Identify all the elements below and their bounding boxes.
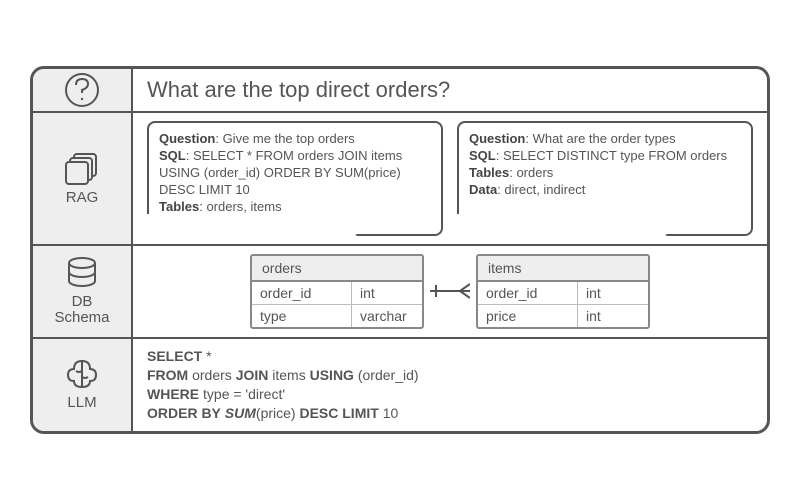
llm-cell: SELECT * FROM orders JOIN items USING (o… [133, 339, 767, 431]
llm-label: LLM [67, 395, 96, 412]
schema-row: DBSchema orders order_id int type varcha… [33, 244, 767, 337]
col-type: varchar [352, 304, 422, 327]
table-items: items order_id int price int [476, 254, 650, 329]
schema-label: DBSchema [54, 294, 109, 327]
relationship-one-to-many [430, 281, 470, 301]
question-row: What are the top direct orders? [33, 69, 767, 111]
database-icon [64, 256, 100, 290]
question-text: What are the top direct orders? [147, 77, 450, 103]
col-name: order_id [478, 282, 578, 304]
col-name: order_id [252, 282, 352, 304]
llm-row: LLM SELECT * FROM orders JOIN items USIN… [33, 337, 767, 431]
generated-sql: SELECT * FROM orders JOIN items USING (o… [147, 347, 419, 423]
col-type: int [578, 282, 648, 304]
col-name: price [478, 304, 578, 327]
table-orders: orders order_id int type varchar [250, 254, 424, 329]
pipeline-diagram: What are the top direct orders? RAG Ques… [30, 66, 770, 433]
rag-label: RAG [66, 190, 99, 207]
rag-icon-cell: RAG [33, 113, 133, 243]
rag-example-2: Question: What are the order types SQL: … [457, 121, 753, 235]
col-name: type [252, 304, 352, 327]
rag-cell: Question: Give me the top orders SQL: SE… [133, 113, 767, 243]
brain-icon [62, 357, 102, 391]
llm-icon-cell: LLM [33, 339, 133, 431]
rag-row: RAG Question: Give me the top orders SQL… [33, 111, 767, 243]
question-cell: What are the top direct orders? [133, 69, 767, 111]
question-icon-cell [33, 69, 133, 111]
crow-foot-icon [430, 281, 470, 301]
schema-cell: orders order_id int type varchar [133, 246, 767, 337]
col-type: int [352, 282, 422, 304]
col-type: int [578, 304, 648, 327]
table-items-title: items [478, 256, 648, 282]
schema-icon-cell: DBSchema [33, 246, 133, 337]
table-orders-title: orders [252, 256, 422, 282]
question-mark-icon [62, 70, 102, 110]
rag-example-1: Question: Give me the top orders SQL: SE… [147, 121, 443, 235]
cards-stack-icon [62, 150, 102, 186]
